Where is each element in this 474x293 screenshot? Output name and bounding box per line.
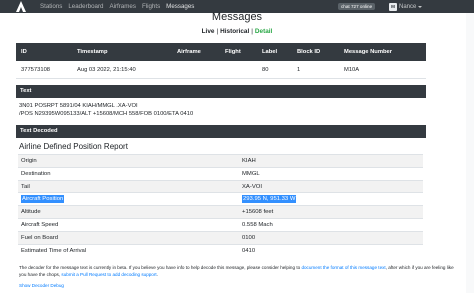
col-header-flight: Flight [225, 49, 241, 55]
decoder-footnote: The decoder for the message text is curr… [19, 264, 459, 278]
decoded-title: Airline Defined Position Report [19, 142, 128, 151]
col-header-timestamp: Timestamp [77, 49, 108, 55]
col-header-message-number: Message Number [344, 49, 393, 55]
raw-text-line: /POS N29395W095133/ALT +15608/MCH 558/FO… [19, 111, 194, 117]
col-header-block-id: Block ID [297, 49, 321, 55]
table-row: 377573108 Aug 03 2022, 21:15:40 80 1 M10… [16, 61, 426, 79]
cell-label: 80 [262, 67, 269, 73]
nav-link-messages[interactable]: Messages [166, 3, 194, 10]
document-format-link[interactable]: document the format of this message text [301, 265, 385, 270]
view-historical-link[interactable]: Historical [220, 28, 249, 35]
table-row: Altitude +15608 feet [18, 205, 423, 218]
decoded-key-tail: Tail [21, 183, 30, 190]
chevron-down-icon [418, 5, 423, 8]
message-table-header: ID Timestamp Airframe Flight Label Block… [16, 43, 426, 61]
user-menu[interactable]: M Nance [389, 2, 423, 11]
decoded-value-aircraft-position: 293.95 N, 951.33 W [242, 195, 297, 204]
decoded-key-altitude: Altitude [21, 209, 41, 216]
text-section-header: Text [16, 85, 426, 98]
decoded-key-aircraft-position: Aircraft Position [21, 195, 65, 204]
decoded-key-aircraft-speed: Aircraft Speed [21, 221, 59, 228]
decoded-value-tail: XA-VOI [242, 183, 262, 190]
nav-link-stations[interactable]: Stations [40, 3, 62, 10]
table-row: Fuel on Board 0100 [18, 230, 423, 244]
table-row: Estimated Time of Arrival 0410 [18, 243, 423, 257]
decoded-value-fuel-on-board: 0100 [242, 234, 256, 241]
user-name: Nance [399, 3, 417, 10]
table-row: Tail XA-VOI [18, 179, 423, 193]
raw-text-line: 3N01 POSRPT 5891/04 KIAH/MMGL .XA-VOI [19, 103, 138, 109]
page-title: Messages [211, 11, 263, 23]
cell-message-number: M10A [344, 67, 360, 73]
decoded-value-eta: 0410 [242, 247, 256, 254]
nav-link-airframes[interactable]: Airframes [109, 3, 135, 10]
raw-message-text: 3N01 POSRPT 5891/04 KIAH/MMGL .XA-VOI/PO… [19, 102, 424, 118]
show-decoder-debug-link[interactable]: Show Decoder Debug [19, 283, 64, 288]
footnote-text: The decoder for the message text is curr… [19, 265, 302, 270]
decoded-value-destination: MMGL [242, 170, 260, 177]
footnote-text: . [156, 272, 158, 277]
table-row: Aircraft Speed 0.558 Mach [18, 217, 423, 231]
decoded-value-origin: KIAH [242, 158, 256, 164]
decoded-key-origin: Origin [21, 158, 37, 164]
nav-link-leaderboard[interactable]: Leaderboard [68, 3, 103, 10]
view-detail-link[interactable]: Detail [255, 28, 272, 35]
table-row: Aircraft Position 293.95 N, 951.33 W [18, 192, 423, 205]
col-header-airframe: Airframe [177, 49, 201, 55]
col-header-id: ID [21, 49, 27, 55]
submit-pull-request-link[interactable]: submit a Pull Request to add decoding su… [61, 272, 156, 277]
decoded-key-fuel-on-board: Fuel on Board [21, 234, 59, 241]
view-switcher: Live | Historical | Detail [0, 28, 474, 35]
decoded-section-header: Text Decoded [16, 125, 426, 138]
page-scrollbar[interactable] [466, 13, 474, 293]
cell-id: 377573108 [21, 67, 51, 73]
table-row: Destination MMGL [18, 166, 423, 180]
nav-link-flights[interactable]: Flights [142, 3, 160, 10]
decoded-table: Origin KIAH Destination MMGL Tail XA-VOI… [18, 154, 423, 256]
decoded-value-altitude: +15608 feet [242, 209, 274, 216]
cell-timestamp: Aug 03 2022, 21:15:40 [77, 67, 136, 73]
decoded-key-eta: Estimated Time of Arrival [21, 247, 87, 254]
decoded-key-destination: Destination [21, 170, 51, 177]
cell-block-id: 1 [297, 67, 301, 73]
decoded-value-aircraft-speed: 0.558 Mach [242, 221, 273, 228]
table-row: Origin KIAH [18, 154, 423, 167]
view-live-link[interactable]: Live [202, 28, 215, 35]
col-header-label: Label [262, 49, 278, 55]
avatar: M [389, 2, 397, 11]
chat-online-badge[interactable]: chat 727 online [338, 3, 376, 10]
